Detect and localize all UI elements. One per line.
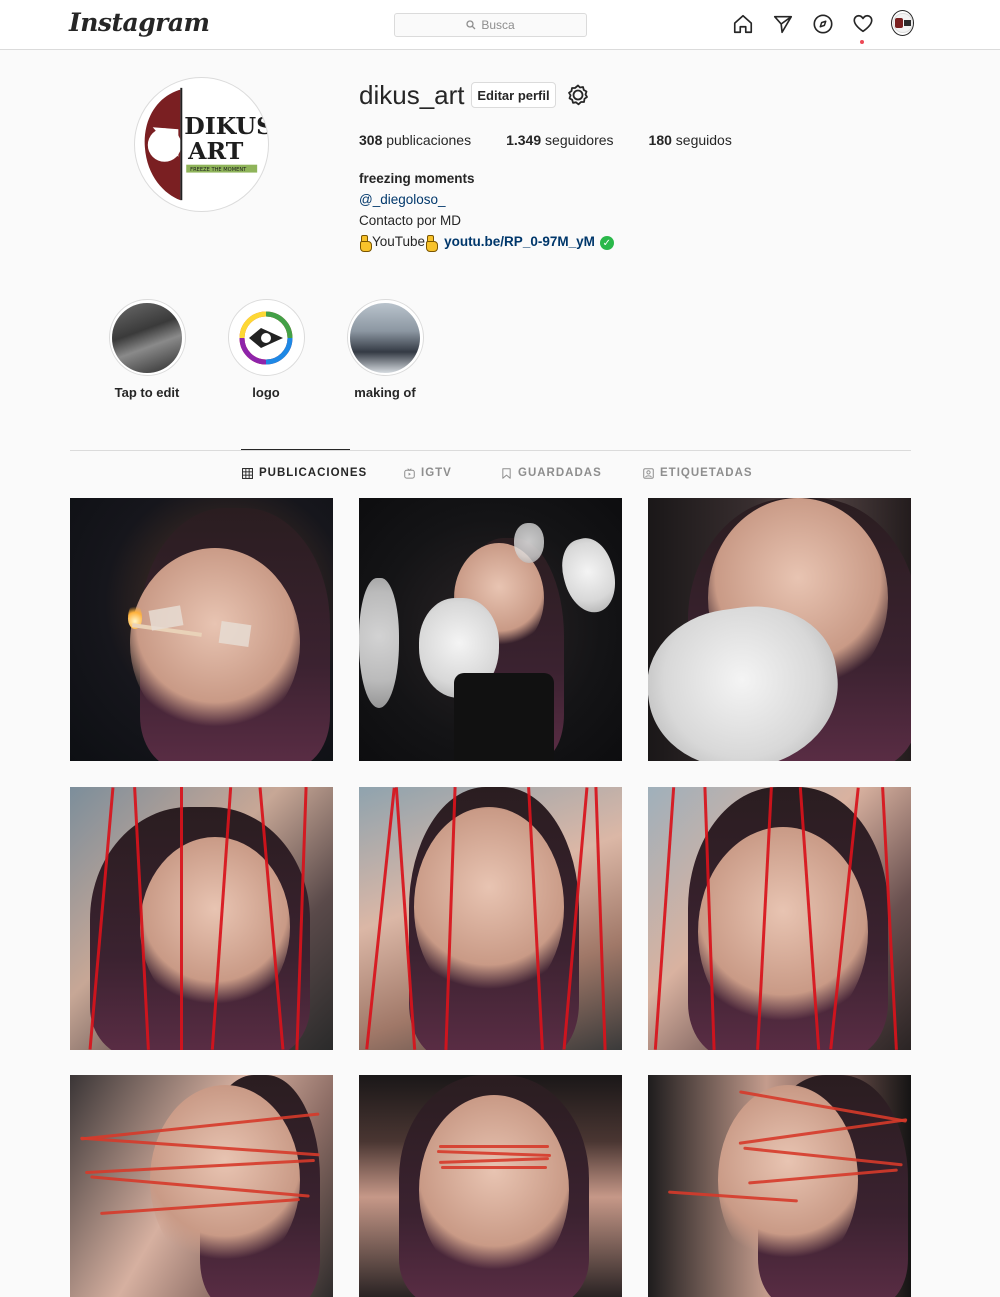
post-thumbnail[interactable]	[70, 498, 333, 761]
search-icon	[466, 20, 476, 30]
avatar-logo-tagline: FREEZE THE MOMENT	[190, 167, 247, 173]
igtv-icon	[404, 467, 415, 479]
tab-label: IGTV	[421, 467, 452, 479]
search-placeholder: Busca	[481, 18, 515, 32]
highlight-logo[interactable]: logo	[206, 299, 326, 400]
post-thumbnail[interactable]	[70, 787, 333, 1050]
highlight-cover-image	[231, 302, 301, 373]
bio-mention-link[interactable]: @_diegoloso_	[359, 189, 614, 210]
following-label: seguidos	[675, 132, 732, 148]
heart-icon	[852, 14, 873, 32]
posts-stat: 308 publicaciones	[359, 132, 471, 148]
profile-username: dikus_art	[359, 80, 465, 110]
highlight-making-of[interactable]: making of	[325, 299, 445, 400]
following-count: 180	[648, 132, 672, 148]
grid-icon	[242, 467, 253, 479]
bio-contact: Contacto por MD	[359, 213, 462, 228]
post-thumbnail[interactable]	[648, 498, 911, 761]
active-tab-indicator	[241, 449, 350, 450]
posts-count: 308	[359, 132, 383, 148]
pointing-down-emoji-icon	[425, 235, 439, 252]
dikus-art-logo: DIKUS ART FREEZE THE MOMENT	[135, 78, 268, 211]
search-input[interactable]: Busca	[394, 13, 587, 37]
tab-saved[interactable]: GUARDADAS	[501, 467, 602, 479]
bio-youtube-line: YouTube youtu.be/RP_0-97M_yM ✓	[359, 231, 614, 252]
post-thumbnail[interactable]	[359, 787, 622, 1050]
check-mark-icon: ✓	[599, 236, 614, 250]
following-stat[interactable]: 180 seguidos	[649, 132, 732, 148]
bookmark-icon	[502, 467, 511, 479]
direct-messages-button[interactable]	[771, 12, 794, 35]
settings-button[interactable]	[566, 83, 590, 107]
posts-label: publicaciones	[386, 132, 472, 148]
home-button[interactable]	[731, 12, 754, 35]
bio-youtube-text: YouTube	[372, 234, 426, 249]
activity-button[interactable]	[851, 12, 874, 44]
tab-tagged[interactable]: ETIQUETADAS	[643, 467, 753, 479]
highlight-cover-image	[112, 302, 182, 373]
post-thumbnail[interactable]	[359, 1075, 622, 1297]
tabs-divider	[70, 450, 911, 451]
bio-external-link[interactable]: youtu.be/RP_0-97M_yM	[444, 231, 595, 252]
tab-igtv[interactable]: IGTV	[404, 467, 452, 479]
tab-label: GUARDADAS	[518, 467, 602, 479]
tab-posts[interactable]: PUBLICACIONES	[242, 467, 367, 479]
edit-profile-button[interactable]: Editar perfil	[471, 82, 556, 108]
followers-count: 1.349	[506, 132, 542, 148]
highlight-label: making of	[354, 385, 416, 400]
followers-label: seguidores	[545, 132, 614, 148]
post-thumbnail[interactable]	[648, 1075, 911, 1297]
instagram-logo[interactable]: Instagram	[69, 8, 210, 37]
nav-avatar	[891, 9, 914, 36]
highlight-tap-to-edit[interactable]: Tap to edit	[87, 299, 207, 400]
post-thumbnail[interactable]	[359, 498, 622, 761]
tab-label: ETIQUETADAS	[660, 467, 753, 479]
profile-stats: 308 publicaciones 1.349 seguidores 180 s…	[359, 132, 767, 148]
gear-icon	[568, 84, 588, 106]
avatar-logo-line2: ART	[187, 137, 244, 165]
profile-bio: freezing moments @_diegoloso_ Contacto p…	[359, 168, 614, 252]
highlight-label: logo	[252, 385, 280, 400]
nav-icons	[731, 9, 914, 44]
post-thumbnail[interactable]	[70, 1075, 333, 1297]
tagged-person-icon	[643, 467, 654, 479]
bio-name: freezing moments	[359, 171, 475, 186]
paper-plane-icon	[773, 15, 792, 33]
profile-menu-button[interactable]	[891, 9, 914, 36]
top-navigation-bar: Instagram Busca	[0, 0, 1000, 50]
followers-stat[interactable]: 1.349 seguidores	[506, 132, 613, 148]
home-icon	[733, 14, 752, 33]
explore-button[interactable]	[811, 12, 834, 35]
highlight-label: Tap to edit	[114, 385, 180, 400]
notification-dot	[860, 40, 864, 44]
pointing-down-emoji-icon	[359, 235, 372, 252]
post-thumbnail[interactable]	[648, 787, 911, 1050]
tab-label: PUBLICACIONES	[259, 467, 368, 479]
compass-icon	[812, 13, 833, 34]
profile-avatar[interactable]: DIKUS ART FREEZE THE MOMENT	[134, 77, 269, 212]
highlight-cover-image	[350, 302, 420, 373]
